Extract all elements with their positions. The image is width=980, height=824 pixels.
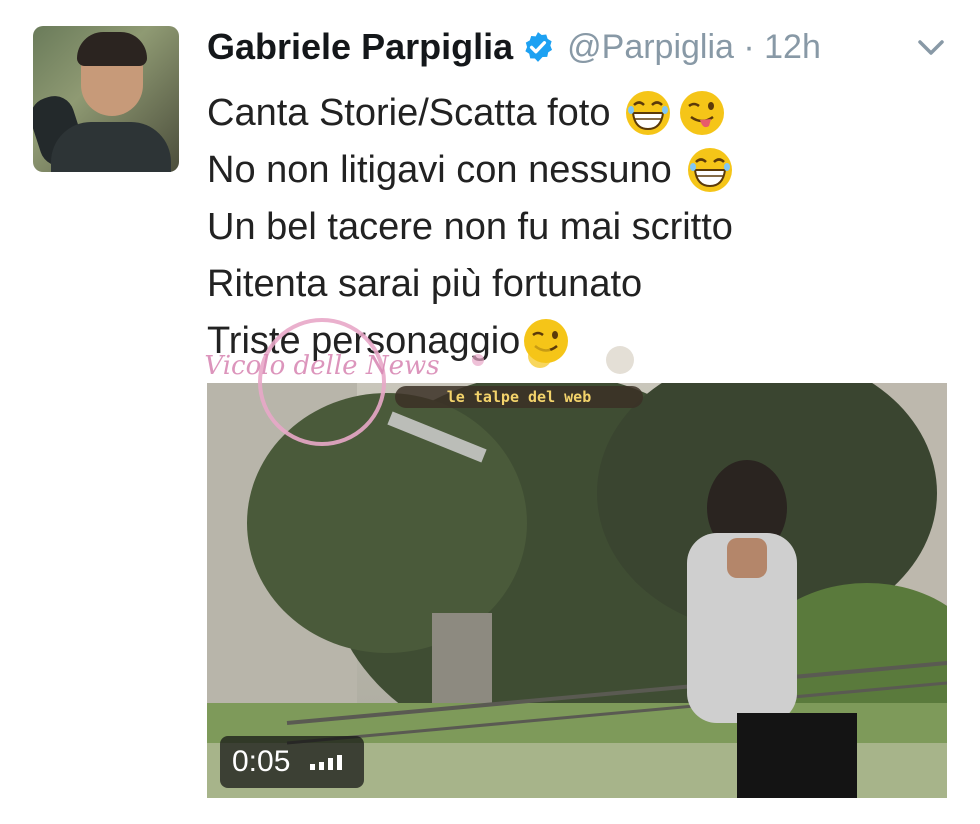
volume-bars-icon [310,755,343,770]
chevron-down-icon[interactable] [914,34,948,62]
tweet-line-text: Canta Storie/Scatta foto [207,91,611,134]
tweet-line-text: No non litigavi con nessuno [207,148,672,191]
tweet-line-text: Un bel tacere non fu mai scritto [207,205,733,248]
tweet-line: Un bel tacere non fu mai scritto [207,198,947,255]
author-handle-time[interactable]: @Parpiglia · 12h [567,28,821,67]
avatar-shirt [51,122,171,172]
tweet-line: Canta Storie/Scatta foto [207,84,947,141]
winking-tongue-emoji-icon [680,90,725,135]
laughing-emoji-icon [626,90,671,135]
avatar-hair [77,32,147,66]
video-duration: 0:05 [232,745,291,778]
tweet-line-text: Ritenta sarai più fortunato [207,262,643,305]
tweet-text: Canta Storie/Scatta foto No non litigavi… [207,84,947,369]
tweet-line-text: Triste personaggio [207,319,521,362]
avatar[interactable] [33,26,179,172]
tweet-line: Triste personaggio [207,312,947,369]
video-duration-badge: 0:05 [220,736,364,788]
laughing-emoji-icon [687,147,732,192]
tweet-line: No non litigavi con nessuno [207,141,947,198]
verified-badge-icon [525,32,553,62]
winking-smile-emoji-icon [524,318,569,363]
author-name[interactable]: Gabriele Parpiglia [207,26,513,68]
tweet-header: Gabriele Parpiglia @Parpiglia · 12h [207,22,821,72]
tweet-line: Ritenta sarai più fortunato [207,255,947,312]
